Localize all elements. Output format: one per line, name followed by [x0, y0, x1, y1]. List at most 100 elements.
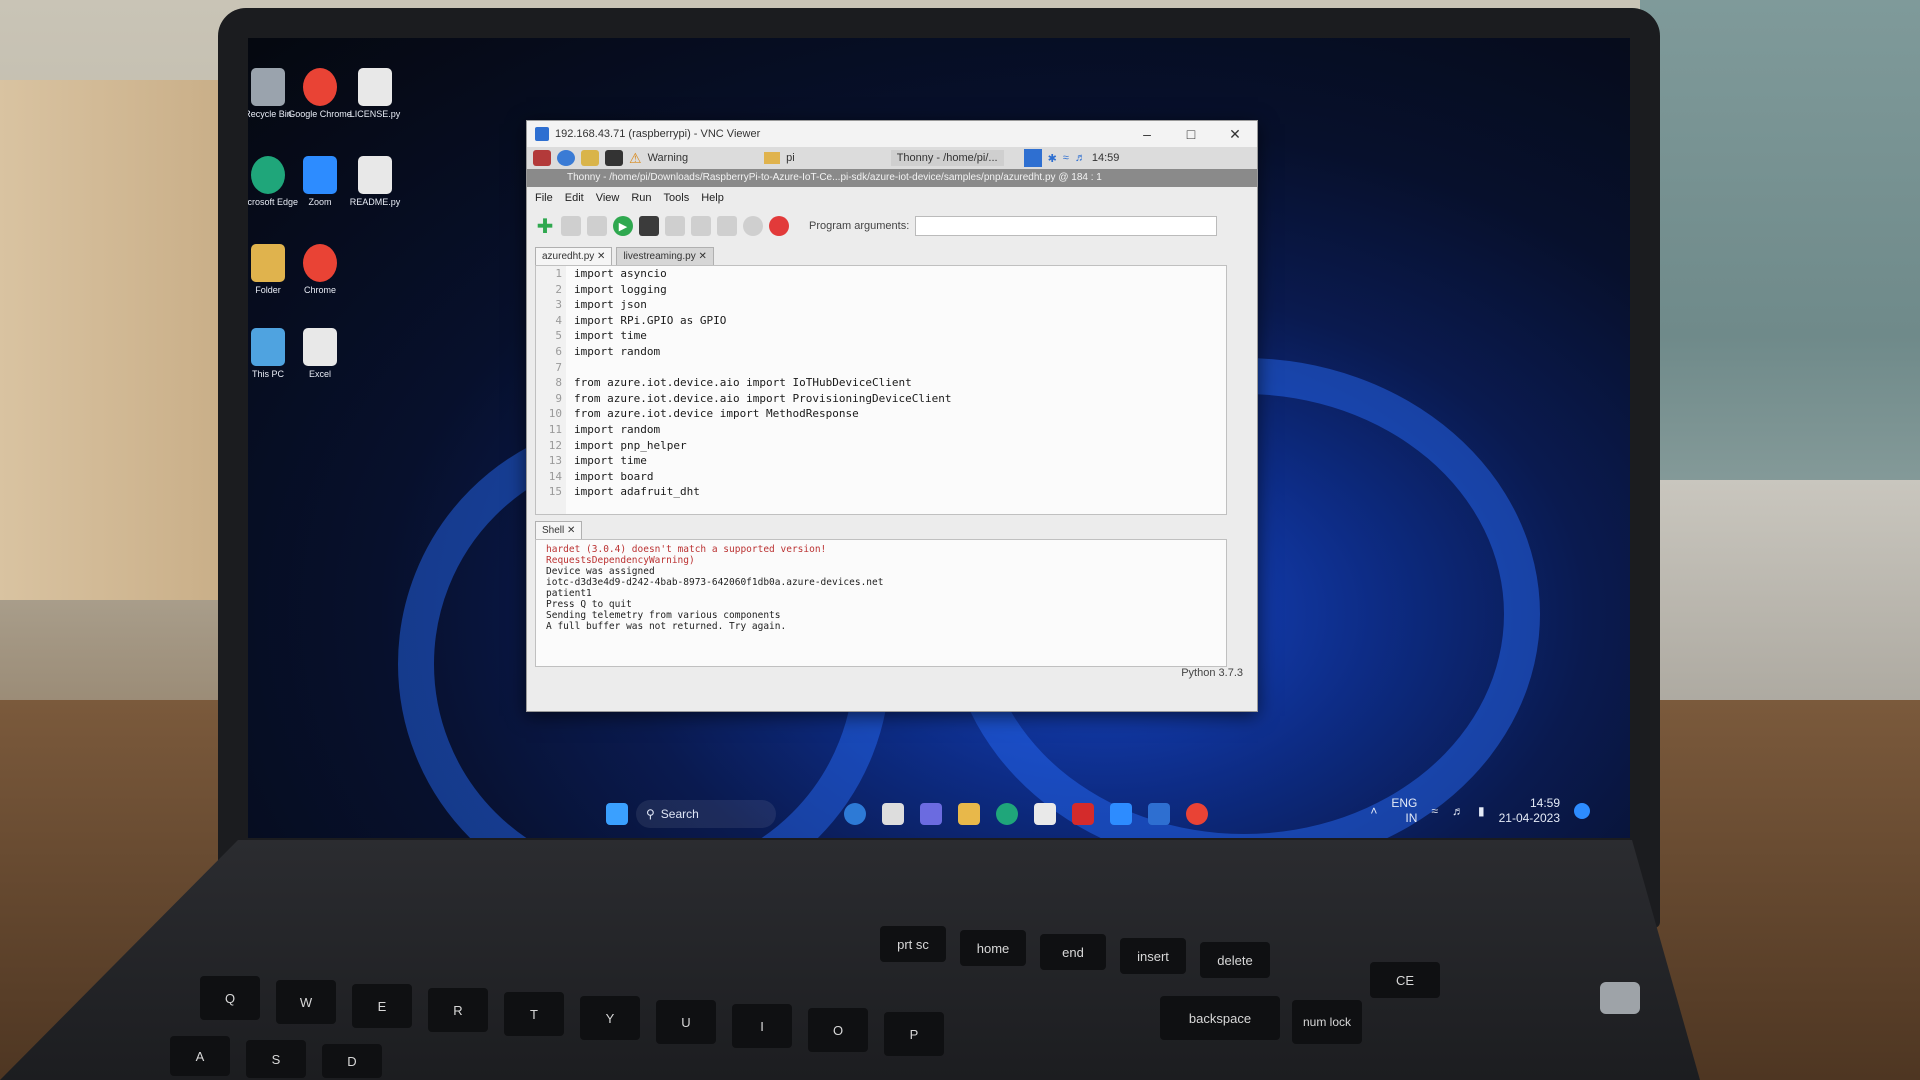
key-backspace[interactable]: backspace	[1160, 996, 1280, 1040]
chevron-up-icon[interactable]: ˄	[1370, 804, 1377, 818]
browser-icon[interactable]	[557, 150, 575, 166]
tab-livestreaming[interactable]: livestreaming.py ✕	[616, 247, 714, 265]
resume-icon[interactable]	[743, 216, 763, 236]
key-t[interactable]: T	[504, 992, 564, 1036]
tab-azuredht[interactable]: azuredht.py ✕	[535, 247, 613, 265]
notification-badge-icon[interactable]	[1574, 803, 1590, 819]
mcafee-icon[interactable]	[1072, 803, 1094, 825]
program-arguments-input[interactable]	[915, 216, 1218, 236]
taskbar-search[interactable]: ⚲ Search	[636, 800, 776, 828]
code-area[interactable]: import asyncio import logging import json i…	[566, 266, 952, 514]
step-over-icon[interactable]	[665, 216, 685, 236]
vnc-tray-icon[interactable]	[1023, 149, 1042, 167]
code-line[interactable]: import logging	[574, 282, 952, 298]
code-line[interactable]	[574, 360, 952, 376]
raspberry-menu-icon[interactable]	[533, 150, 551, 166]
key-w[interactable]: W	[276, 980, 336, 1024]
step-into-icon[interactable]	[691, 216, 711, 236]
code-line[interactable]: import adafruit_dht	[574, 484, 952, 500]
wifi-icon[interactable]: ≈	[1063, 152, 1069, 164]
store-icon[interactable]	[1034, 803, 1056, 825]
menu-file[interactable]: File	[535, 192, 553, 204]
debug-icon[interactable]	[639, 216, 659, 236]
file-manager-icon[interactable]	[581, 150, 599, 166]
bluetooth-icon[interactable]: ✱	[1048, 152, 1057, 165]
key-e[interactable]: E	[352, 984, 412, 1028]
key-ce[interactable]: CE	[1370, 962, 1440, 998]
volume-icon[interactable]: ♬	[1075, 152, 1086, 164]
line-number: 12	[548, 438, 562, 452]
code-line[interactable]: import random	[574, 344, 952, 360]
code-line[interactable]: import RPi.GPIO as GPIO	[574, 313, 952, 329]
key-s[interactable]: S	[246, 1040, 306, 1078]
key-u[interactable]: U	[656, 1000, 716, 1044]
code-line[interactable]: from azure.iot.device.aio import IoTHubD…	[574, 375, 952, 391]
key-delete[interactable]: delete	[1200, 942, 1270, 978]
code-line[interactable]: import pnp_helper	[574, 438, 952, 454]
chat-icon[interactable]	[920, 803, 942, 825]
close-button[interactable]: ✕	[1213, 126, 1257, 143]
desktop-icon-chrome-2[interactable]: Chrome	[288, 244, 352, 296]
desktop-icon-excel[interactable]: Excel	[288, 328, 352, 380]
language-indicator[interactable]: ENG IN	[1391, 796, 1417, 826]
save-file-icon[interactable]	[587, 216, 607, 236]
key-home[interactable]: home	[960, 930, 1026, 966]
menu-tools[interactable]: Tools	[664, 192, 690, 204]
battery-icon[interactable]: ▮	[1478, 804, 1485, 818]
thonny-task-label[interactable]: Thonny - /home/pi/...	[890, 150, 1004, 166]
code-line[interactable]: import random	[574, 422, 952, 438]
vnc-titlebar[interactable]: 192.168.43.71 (raspberrypi) - VNC Viewer…	[527, 121, 1257, 147]
key-o[interactable]: O	[808, 1008, 868, 1052]
code-line[interactable]: import json	[574, 297, 952, 313]
key-r[interactable]: R	[428, 988, 488, 1032]
shell-tab[interactable]: Shell ✕	[535, 521, 583, 539]
code-line[interactable]: import time	[574, 453, 952, 469]
bing-icon[interactable]	[844, 803, 866, 825]
step-out-icon[interactable]	[717, 216, 737, 236]
key-a[interactable]: A	[170, 1036, 230, 1076]
code-editor[interactable]: 1 2 3 4 5 6 7 8 9 10 11 12 13 14 15 import asyncio impo…	[535, 265, 1227, 515]
shell-console[interactable]: hardet (3.0.4) doesn't match a supported…	[535, 539, 1227, 667]
folder-task-label[interactable]: pi	[786, 152, 795, 164]
vnc-viewer-window[interactable]: 192.168.43.71 (raspberrypi) - VNC Viewer…	[526, 120, 1258, 712]
key-end[interactable]: end	[1040, 934, 1106, 970]
menu-edit[interactable]: Edit	[565, 192, 584, 204]
key-num-lock[interactable]: num lock	[1292, 1000, 1362, 1044]
menu-run[interactable]: Run	[631, 192, 651, 204]
zoom-icon[interactable]	[1110, 803, 1132, 825]
start-icon[interactable]	[606, 803, 628, 825]
code-line[interactable]: from azure.iot.device import MethodRespo…	[574, 406, 952, 422]
run-icon[interactable]: ▶	[613, 216, 633, 236]
task-view-icon[interactable]	[882, 803, 904, 825]
code-line[interactable]: import asyncio	[574, 266, 952, 282]
edge-icon[interactable]	[996, 803, 1018, 825]
wifi-icon[interactable]: ≈	[1431, 804, 1438, 818]
key-p[interactable]: P	[884, 1012, 944, 1056]
maximize-button[interactable]: □	[1169, 126, 1213, 142]
clock[interactable]: 14:59 21-04-2023	[1499, 796, 1560, 826]
menu-help[interactable]: Help	[701, 192, 724, 204]
key-y[interactable]: Y	[580, 996, 640, 1040]
file-explorer-icon[interactable]	[958, 803, 980, 825]
warning-label[interactable]: Warning	[648, 152, 689, 164]
desktop-icon-readme[interactable]: README.py	[343, 156, 407, 208]
key-prt-sc[interactable]: prt sc	[880, 926, 946, 962]
stop-icon[interactable]	[769, 216, 789, 236]
minimize-button[interactable]: –	[1125, 126, 1169, 142]
key-d[interactable]: D	[322, 1044, 382, 1078]
key-insert[interactable]: insert	[1120, 938, 1186, 974]
code-line[interactable]: import time	[574, 328, 952, 344]
key-q[interactable]: Q	[200, 976, 260, 1020]
open-file-icon[interactable]	[561, 216, 581, 236]
speaker-icon[interactable]: ♬	[1452, 804, 1464, 818]
terminal-icon[interactable]	[605, 150, 623, 166]
code-line[interactable]: import board	[574, 469, 952, 485]
vnc-viewer-icon[interactable]	[1148, 803, 1170, 825]
menu-view[interactable]: View	[596, 192, 620, 204]
chrome-icon[interactable]	[1186, 803, 1208, 825]
key-i[interactable]: I	[732, 1004, 792, 1048]
code-line[interactable]: from azure.iot.device.aio import Provisi…	[574, 391, 952, 407]
new-file-icon[interactable]: ✚	[535, 216, 555, 238]
power-button[interactable]	[1600, 982, 1640, 1014]
desktop-icon-license[interactable]: LICENSE.py	[343, 68, 407, 120]
